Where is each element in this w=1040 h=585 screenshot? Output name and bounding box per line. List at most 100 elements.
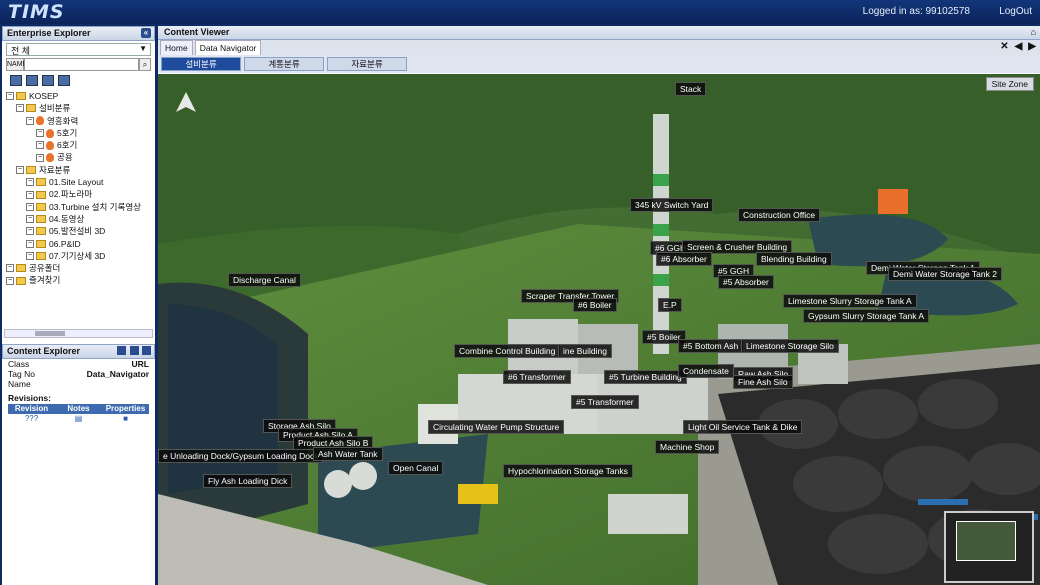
plant-label[interactable]: Condensate — [678, 364, 734, 378]
tool-icon-3[interactable] — [42, 75, 54, 86]
plant-label[interactable]: #5 Turbine Building — [604, 370, 687, 384]
column-header[interactable]: Revision — [8, 404, 55, 414]
notes-icon[interactable]: ▤ — [55, 414, 102, 424]
tree-item[interactable]: − 02.파노라마 — [2, 188, 155, 200]
tab-home[interactable]: Home — [160, 40, 193, 55]
plant-3d-view[interactable]: Stack 345 kV Switch Yard Construction Offi… — [158, 74, 1040, 585]
tree-item[interactable]: − 자료분류 — [2, 164, 155, 176]
search-icon[interactable]: ⌕ — [139, 58, 151, 71]
tree-toggle-icon[interactable]: − — [26, 202, 34, 211]
tab-data-navigator[interactable]: Data Navigator — [194, 40, 262, 55]
tree-item[interactable]: − 03.Turbine 설치 기록영상 — [2, 201, 155, 213]
tree-item[interactable]: − 01.Site Layout — [2, 176, 155, 188]
plant-label[interactable]: Light Oil Service Tank & Dike — [683, 420, 803, 434]
plant-label[interactable]: Circulating Water Pump Structure — [428, 420, 565, 434]
plant-label[interactable]: Fine Ash Silo — [733, 375, 793, 389]
logout-link[interactable]: LogOut — [999, 6, 1032, 17]
home-icon[interactable]: ⌂ — [1031, 27, 1036, 37]
plant-label[interactable]: Machine Shop — [655, 440, 720, 454]
tree-toggle-icon[interactable]: − — [26, 190, 34, 199]
back-icon[interactable] — [117, 346, 126, 355]
tree-item[interactable]: − 즐겨찾기 — [2, 274, 155, 286]
tree-item[interactable]: − 공유폴더 — [2, 262, 155, 274]
tree-toggle-icon[interactable]: − — [36, 153, 44, 162]
prev-icon[interactable]: ◀ — [1015, 41, 1023, 52]
pin-icon[interactable] — [142, 346, 151, 355]
tree-item-label: 06.P&ID — [49, 238, 81, 249]
tree-toggle-icon[interactable]: − — [16, 165, 24, 174]
settings-icon[interactable] — [130, 346, 139, 355]
tool-icon-4[interactable] — [58, 75, 70, 86]
plant-label[interactable]: Limestone Slurry Storage Tank A — [783, 294, 917, 308]
search-input[interactable] — [24, 58, 139, 71]
tree-toggle-icon[interactable]: − — [26, 239, 34, 248]
tree-item[interactable]: − 6호기 — [2, 139, 155, 151]
enterprise-tree: − KOSEP − 설비분류 − 영흥화력 −5호기 −6호기 − 공용 − 자료분류 −01.Site… — [2, 90, 155, 287]
plant-label[interactable]: Stack — [675, 82, 707, 96]
tree-toggle-icon[interactable]: − — [26, 215, 34, 224]
plant-label[interactable]: #5 Absorber — [718, 275, 774, 289]
tool-icon-1[interactable] — [10, 75, 22, 86]
tree-item[interactable]: − 공용 — [2, 151, 155, 163]
column-header[interactable]: Notes — [55, 404, 102, 414]
segment-equipment[interactable]: 설비분류 — [161, 57, 241, 71]
category-select[interactable]: 전 체 ▼ — [6, 43, 151, 56]
plant-label[interactable]: Fly Ash Loading Dick — [203, 474, 293, 488]
tool-icon-2[interactable] — [26, 75, 38, 86]
tree-item-label: 설비분류 — [39, 103, 71, 114]
tree-toggle-icon[interactable]: − — [6, 92, 14, 101]
plant-label[interactable]: #6 Boiler — [573, 298, 617, 312]
plant-label[interactable]: Limestone Storage Silo — [741, 339, 839, 353]
tree-toggle-icon[interactable]: − — [26, 116, 34, 125]
site-zone-button[interactable]: Site Zone — [985, 77, 1034, 91]
plant-label[interactable]: Ash Water Tank — [313, 447, 383, 461]
tree-item[interactable]: − 영흥화력 — [2, 115, 155, 127]
properties-icon[interactable]: ■ — [102, 414, 149, 424]
horizontal-scrollbar[interactable] — [4, 329, 153, 338]
revision-cell[interactable]: ??? — [8, 414, 55, 424]
tree-toggle-icon[interactable]: − — [36, 141, 44, 150]
plant-label[interactable]: Gypsum Slurry Storage Tank A — [803, 309, 930, 323]
tree-item[interactable]: − 04.동영상 — [2, 213, 155, 225]
tree-item-label: 03.Turbine 설치 기록영상 — [49, 201, 141, 212]
plant-label[interactable]: Blending Building — [756, 252, 832, 266]
plant-label[interactable]: #6 Absorber — [656, 252, 712, 266]
tree-item[interactable]: − 05.발전설비 3D — [2, 225, 155, 237]
tree-item[interactable]: − 설비분류 — [2, 102, 155, 114]
minimap-viewport[interactable] — [956, 521, 1016, 561]
plant-label[interactable]: Open Canal — [388, 461, 444, 475]
next-icon[interactable]: ▶ — [1028, 41, 1036, 52]
column-header[interactable]: Properties — [102, 404, 149, 414]
minimap[interactable] — [944, 511, 1034, 583]
tree-toggle-icon[interactable]: − — [36, 129, 44, 138]
tree-toggle-icon[interactable]: − — [26, 252, 34, 260]
plant-label[interactable]: Demi Water Storage Tank 2 — [888, 267, 1002, 281]
plant-label[interactable]: Discharge Canal — [228, 273, 301, 287]
tree-item[interactable]: − 5호기 — [2, 127, 155, 139]
plant-label[interactable]: #5 Bottom Ash — [678, 339, 744, 353]
tree-item[interactable]: − KOSEP — [2, 90, 155, 102]
plant-label[interactable]: 345 kV Switch Yard — [630, 198, 714, 212]
segment-system[interactable]: 계통분류 — [244, 57, 324, 71]
tree-toggle-icon[interactable]: − — [16, 104, 24, 113]
segment-document[interactable]: 자료분류 — [327, 57, 407, 71]
plant-label[interactable]: ine Building — [558, 344, 612, 358]
plant-label[interactable]: Construction Office — [738, 208, 821, 222]
tree-toggle-icon[interactable]: − — [6, 276, 14, 285]
tree-toggle-icon[interactable]: − — [26, 178, 34, 187]
table-row[interactable]: ??? ▤ ■ — [8, 414, 149, 424]
plant-label[interactable]: #6 Transformer — [503, 370, 571, 384]
tree-item[interactable]: − 07.기기상세 3D — [2, 250, 155, 262]
plant-label[interactable]: e Unloading Dock/Gypsum Loading Dock — [158, 449, 324, 463]
tree-item[interactable]: − 06.P&ID — [2, 238, 155, 250]
plant-label[interactable]: Combine Control Building — [454, 344, 561, 358]
plant-label[interactable]: E.P — [658, 298, 682, 312]
scroll-thumb[interactable] — [35, 331, 65, 336]
tree-toggle-icon[interactable]: − — [6, 264, 14, 273]
revisions-table: Revision Notes Properties ??? ▤ ■ — [8, 404, 149, 424]
plant-label[interactable]: #5 Transformer — [571, 395, 639, 409]
tree-toggle-icon[interactable]: − — [26, 227, 34, 236]
collapse-icon[interactable]: « — [141, 28, 151, 38]
plant-label[interactable]: Hypochlorination Storage Tanks — [503, 464, 633, 478]
close-icon[interactable]: ✕ — [1000, 41, 1008, 52]
